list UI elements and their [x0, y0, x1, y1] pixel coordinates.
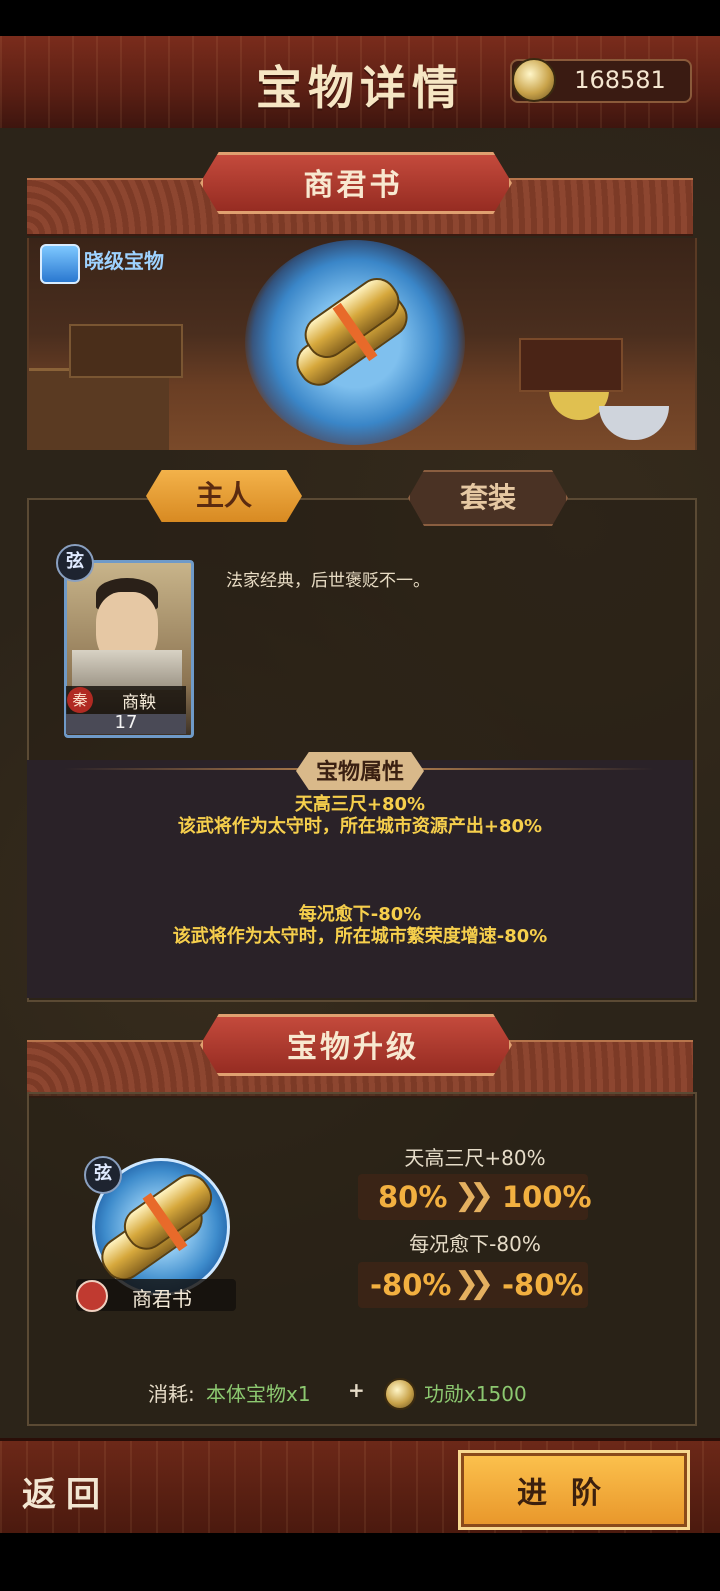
- upgrade-stat-1-box: 80% ❯❯ 100%: [358, 1174, 592, 1220]
- upgrade-stat-1-name: 天高三尺+80%: [404, 1146, 546, 1170]
- cost-plus: +: [348, 1378, 365, 1402]
- upgrade-stat-2-box: -80% ❯❯ -80%: [358, 1262, 588, 1308]
- merit-coin-icon: [384, 1378, 416, 1410]
- cost-merit: 功勋x1500: [424, 1382, 527, 1406]
- upgrade-title: 宝物升级: [287, 1030, 419, 1065]
- attribute-2-effect: 该武将作为太守时，所在城市繁荣度增速-80%: [172, 926, 548, 947]
- hero-robe: [72, 650, 182, 690]
- cost-item: 本体宝物x1: [206, 1382, 311, 1406]
- chest-left: [29, 368, 169, 450]
- attribute-1-effect: 该武将作为太守时，所在城市资源产出+80%: [177, 816, 543, 837]
- navigation-bar: [0, 1533, 720, 1591]
- upgrade-stat-2-from: -80%: [370, 1268, 452, 1302]
- coin-icon: [512, 58, 556, 102]
- attributes-title: 宝物属性: [315, 759, 404, 785]
- hero-rank-badge: 弦: [56, 544, 94, 582]
- item-rank-icon: [76, 1280, 108, 1312]
- upgrade-stat-1-from: 80%: [378, 1180, 448, 1214]
- chest-right: [519, 338, 623, 392]
- cost-label: 消耗:: [148, 1382, 195, 1406]
- hero-state-badge: 秦: [67, 687, 93, 713]
- rank-label: 晓级宝物: [84, 249, 164, 273]
- upgrade-stat-2-to: -80%: [502, 1268, 584, 1302]
- hero-name: 商鞅: [122, 693, 156, 713]
- arrow-right-icon: ❯❯: [454, 1178, 494, 1213]
- item-name: 商君书: [132, 1287, 192, 1311]
- hero-level: 17: [114, 712, 138, 733]
- tab-set[interactable]: 套装: [408, 470, 568, 526]
- treasure-name: 商君书: [303, 168, 403, 203]
- status-bar: [0, 0, 720, 36]
- silver-ingot: [599, 406, 669, 440]
- tab-owner[interactable]: 主人: [146, 470, 302, 522]
- advance-button-label[interactable]: 进阶: [458, 1468, 684, 1512]
- upgrade-stat-2-name: 每况愈下-80%: [409, 1232, 541, 1256]
- upgrade-stat-1-to: 100%: [502, 1180, 592, 1214]
- back-button[interactable]: 返回: [22, 1467, 110, 1516]
- rank-badge-icon: [40, 244, 80, 284]
- item-rank-badge: 弦: [84, 1156, 122, 1194]
- chest-box: [69, 324, 183, 378]
- treasure-detail-page: 宝物详情 168581 商君书 晓级宝物 主人 套装 弦 秦 商鞅 17 法家经…: [0, 0, 720, 1591]
- coin-value: 168581: [574, 66, 666, 94]
- treasure-description: 法家经典，后世褒贬不一。: [226, 571, 430, 591]
- arrow-right-icon: ❯❯: [454, 1266, 494, 1301]
